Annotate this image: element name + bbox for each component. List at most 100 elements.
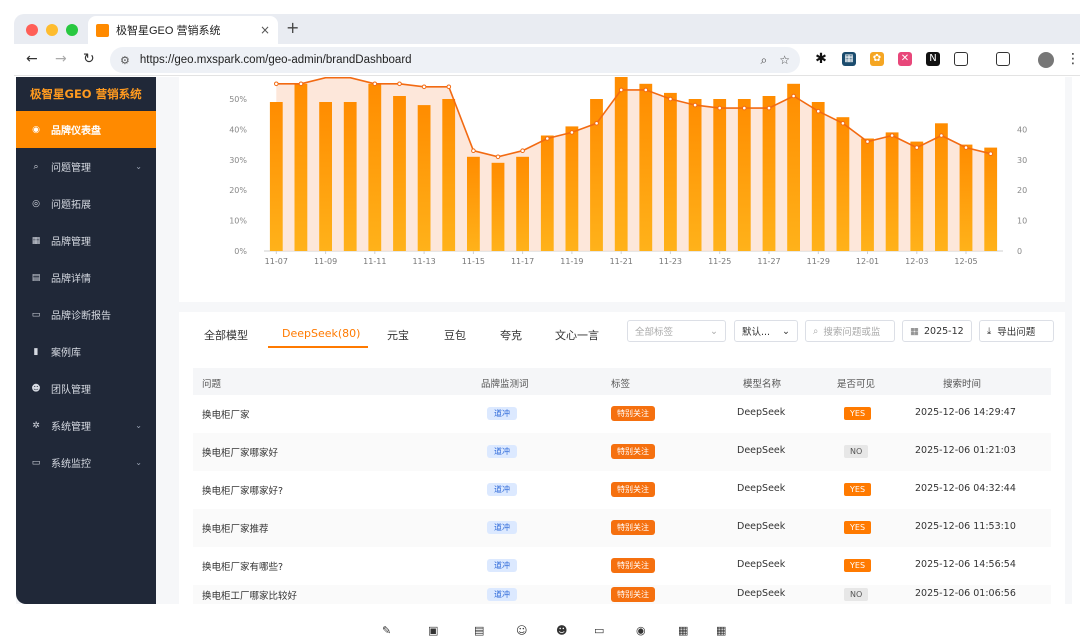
extensions-puzzle-icon[interactable]	[954, 52, 968, 66]
notes-icon[interactable]: ▦	[678, 624, 692, 637]
sidebar-item-brand-management[interactable]: ▦ 品牌管理	[16, 222, 156, 259]
trend-point	[545, 136, 550, 141]
question-cell: 换电柜工厂哪家比较好	[202, 591, 298, 602]
visible-badge: NO	[844, 588, 869, 601]
time-cell: 2025-12-06 04:32:44	[915, 483, 1016, 494]
minimize-window-button[interactable]	[46, 24, 58, 36]
trend-point	[668, 96, 673, 102]
active-tab-underline	[268, 346, 368, 348]
bar	[393, 96, 406, 251]
close-window-button[interactable]	[26, 24, 38, 36]
sidebar-item-system-management[interactable]: ✲ 系统管理 ⌄	[16, 407, 156, 444]
keyword-badge: 道冲	[487, 445, 517, 458]
sidebar-item-case-library[interactable]: ▮ 案例库	[16, 333, 156, 370]
table-row[interactable]: 换电柜厂家有哪些? 道冲 特别关注 DeepSeek YES 2025-12-0…	[193, 547, 1051, 585]
reading-list-icon[interactable]	[996, 52, 1010, 66]
visibility-trend-chart: 0% 10% 20% 30% 40% 50% 0 10 20 30 40 11-07 11-09 11-1…	[229, 76, 1027, 266]
y-tick-label: 40%	[229, 125, 247, 134]
bookmark-star-icon[interactable]: ☆	[779, 53, 790, 67]
table-row[interactable]: 换电柜厂家 道冲 特别关注 DeepSeek YES 2025-12-06 14…	[193, 395, 1051, 433]
sidebar-item-brand-details[interactable]: ▤ 品牌详情	[16, 259, 156, 296]
close-tab-icon[interactable]: ×	[260, 23, 270, 37]
tag-badge: 特别关注	[611, 558, 655, 573]
search-placeholder: 搜索问题或监	[823, 327, 881, 338]
trend-point	[298, 81, 304, 87]
browser-tab[interactable]: 极智星GEO 营销系统 ×	[88, 16, 278, 44]
maximize-window-button[interactable]	[66, 24, 78, 36]
y2-tick-label: 0	[1017, 247, 1022, 256]
record-icon[interactable]: ◉	[636, 624, 650, 637]
bar	[959, 144, 973, 251]
chat-icon[interactable]: ▭	[594, 624, 608, 637]
tab-quark[interactable]: 夸克	[500, 327, 522, 343]
bar	[417, 105, 431, 251]
extension-pink-icon[interactable]: ✕	[898, 52, 912, 66]
bar	[319, 102, 332, 251]
model-cell: DeepSeek	[737, 483, 786, 494]
sidebar-item-label: 系统管理	[51, 422, 91, 433]
chevron-down-icon: ⌄	[710, 325, 718, 337]
x-tick-label: 11-19	[560, 257, 583, 266]
app-area: 极智星GEO 营销系统 ◉ 品牌仪表盘 ⌕ 问题管理 ⌄ ◎ 问题拓展 ▦ 品牌…	[16, 76, 1080, 604]
model-cell: DeepSeek	[737, 407, 786, 418]
zoom-icon[interactable]: ⌕	[761, 53, 768, 68]
bar	[811, 102, 825, 251]
column-header-keyword: 品牌监测词	[481, 379, 529, 390]
share-screen-icon[interactable]: ▤	[474, 624, 488, 637]
table-row[interactable]: 换电柜厂家哪家好? 道冲 特别关注 DeepSeek YES 2025-12-0…	[193, 471, 1051, 509]
export-button[interactable]: ⤓ 导出问题	[979, 320, 1054, 342]
tab-doubao[interactable]: 豆包	[444, 327, 466, 343]
back-icon[interactable]: ←	[26, 51, 38, 67]
x-tick-label: 11-11	[363, 257, 386, 266]
trend-point	[520, 148, 525, 153]
bar	[861, 138, 874, 251]
table-row[interactable]: 换电柜厂家哪家好 道冲 特别关注 DeepSeek NO 2025-12-06 …	[193, 433, 1051, 471]
tag-badge: 特别关注	[611, 482, 655, 497]
reload-icon[interactable]: ↻	[83, 51, 95, 67]
trend-area	[276, 77, 991, 251]
forward-icon[interactable]: →	[55, 51, 67, 67]
page-scrollbar[interactable]	[1072, 77, 1080, 604]
extension-asterisk-icon[interactable]: ✱	[814, 52, 828, 66]
trend-point	[274, 81, 279, 87]
trend-point	[717, 105, 723, 111]
search-input[interactable]: ⌕ 搜索问题或监	[805, 320, 895, 342]
tab-yuanbao[interactable]: 元宝	[387, 327, 409, 343]
tag-badge: 特别关注	[611, 520, 655, 535]
table-row[interactable]: 换电柜厂家推荐 道冲 特别关注 DeepSeek YES 2025-12-06 …	[193, 509, 1051, 547]
trend-point	[988, 151, 994, 156]
sidebar-item-question-management[interactable]: ⌕ 问题管理 ⌄	[16, 148, 156, 185]
apps-icon[interactable]: ▦	[716, 624, 730, 637]
extension-grid-icon[interactable]: ▦	[842, 52, 856, 66]
trend-point	[372, 81, 378, 87]
trend-point	[939, 133, 944, 138]
trend-point	[692, 102, 698, 108]
x-tick-label: 11-17	[511, 257, 534, 266]
tab-all-models[interactable]: 全部模型	[204, 327, 248, 343]
tab-deepseek[interactable]: DeepSeek(80)	[282, 327, 360, 340]
extension-notion-icon[interactable]: N	[926, 52, 940, 66]
chevron-down-icon: ⌄	[782, 325, 790, 337]
tag-filter-select[interactable]: 全部标签 ⌄	[627, 320, 726, 342]
x-tick-label: 11-09	[314, 257, 337, 266]
tab-wenxin[interactable]: 文心一言	[555, 327, 599, 343]
profile-avatar[interactable]	[1038, 52, 1054, 68]
mic-muted-icon[interactable]: ✎	[382, 624, 396, 637]
sidebar-item-system-monitor[interactable]: ▭ 系统监控 ⌄	[16, 444, 156, 481]
sort-select[interactable]: 默认... ⌄	[734, 320, 798, 342]
site-info-icon[interactable]: ⚙	[120, 54, 130, 67]
browser-tab-bar: 极智星GEO 营销系统 × +	[14, 14, 1080, 44]
participants-icon[interactable]: ☺	[516, 624, 530, 637]
sidebar-item-diagnosis-report[interactable]: ▭ 品牌诊断报告	[16, 296, 156, 333]
extension-flower-icon[interactable]: ✿	[870, 52, 884, 66]
sidebar-item-question-expansion[interactable]: ◎ 问题拓展	[16, 185, 156, 222]
camera-off-icon[interactable]: ▣	[428, 624, 442, 637]
sidebar-item-brand-dashboard[interactable]: ◉ 品牌仪表盘	[16, 111, 156, 148]
sidebar-item-team-management[interactable]: ☻ 团队管理	[16, 370, 156, 407]
address-bar[interactable]: ⚙ https://geo.mxspark.com/geo-admin/bran…	[110, 47, 800, 73]
table-row[interactable]: 换电柜工厂哪家比较好 道冲 特别关注 DeepSeek NO 2025-12-0…	[193, 585, 1051, 604]
browser-menu-icon[interactable]: ⋮	[1066, 52, 1080, 66]
team-icon[interactable]: ☻	[556, 624, 570, 637]
date-picker[interactable]: ▦ 2025-12-	[902, 320, 972, 342]
new-tab-button[interactable]: +	[286, 18, 299, 37]
